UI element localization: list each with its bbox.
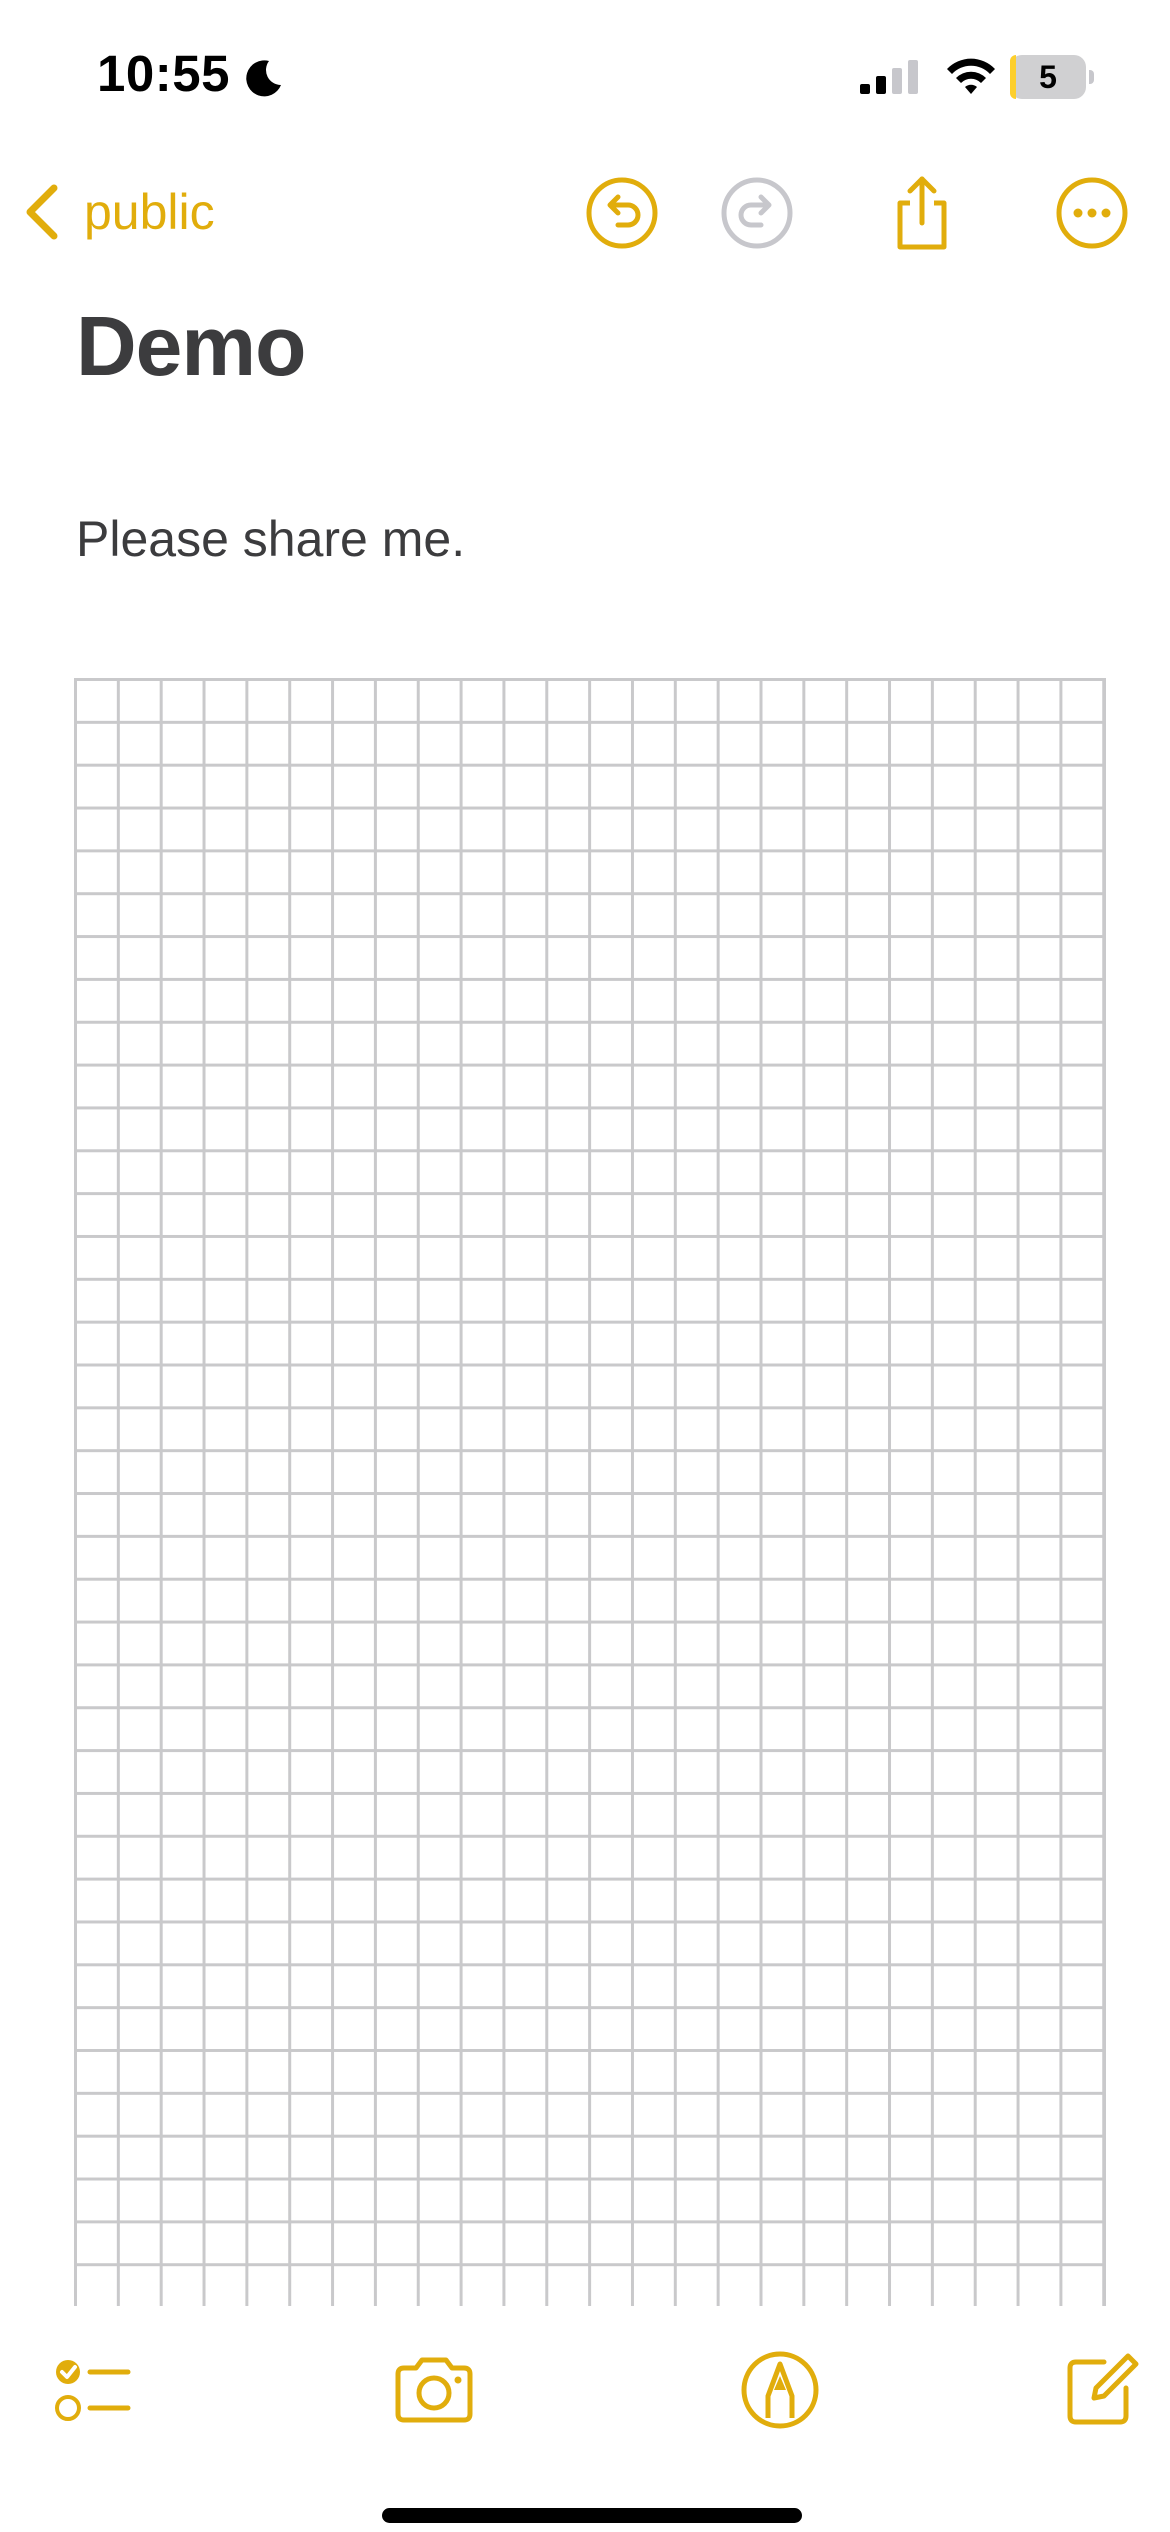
bottom-toolbar [0, 2306, 1170, 2466]
undo-icon [586, 177, 658, 249]
grid-paper-canvas[interactable] [74, 678, 1106, 2306]
more-options-button[interactable] [1054, 175, 1130, 251]
checklist-button[interactable] [50, 2348, 134, 2432]
battery-indicator: 5 [1010, 55, 1094, 99]
redo-icon [721, 177, 793, 249]
compose-button[interactable] [1058, 2348, 1142, 2432]
markup-button[interactable] [738, 2348, 822, 2432]
share-button[interactable] [884, 175, 960, 251]
compose-icon [1067, 2353, 1139, 2425]
redo-button[interactable] [719, 175, 795, 251]
wifi-icon [947, 58, 995, 94]
moon-icon [246, 60, 281, 97]
undo-button[interactable] [584, 175, 660, 251]
markup-pen-icon [741, 2351, 819, 2429]
note-body-text[interactable]: Please share me. [76, 510, 465, 568]
note-title[interactable]: Demo [76, 298, 306, 395]
back-button-label: public [84, 184, 215, 240]
cellular-signal-icon [860, 60, 918, 94]
back-button[interactable]: public [18, 172, 215, 252]
status-time: 10:55 [97, 45, 230, 102]
camera-icon [395, 2357, 473, 2423]
chevron-left-icon [26, 184, 58, 240]
battery-percent: 5 [1039, 59, 1057, 95]
home-indicator[interactable] [382, 2508, 802, 2523]
navigation-bar: public [0, 150, 1170, 270]
camera-button[interactable] [392, 2348, 476, 2432]
checklist-icon [55, 2360, 131, 2421]
share-icon [897, 176, 947, 250]
status-bar: 10:55 5 [0, 0, 1170, 150]
ellipsis-circle-icon [1056, 177, 1128, 249]
